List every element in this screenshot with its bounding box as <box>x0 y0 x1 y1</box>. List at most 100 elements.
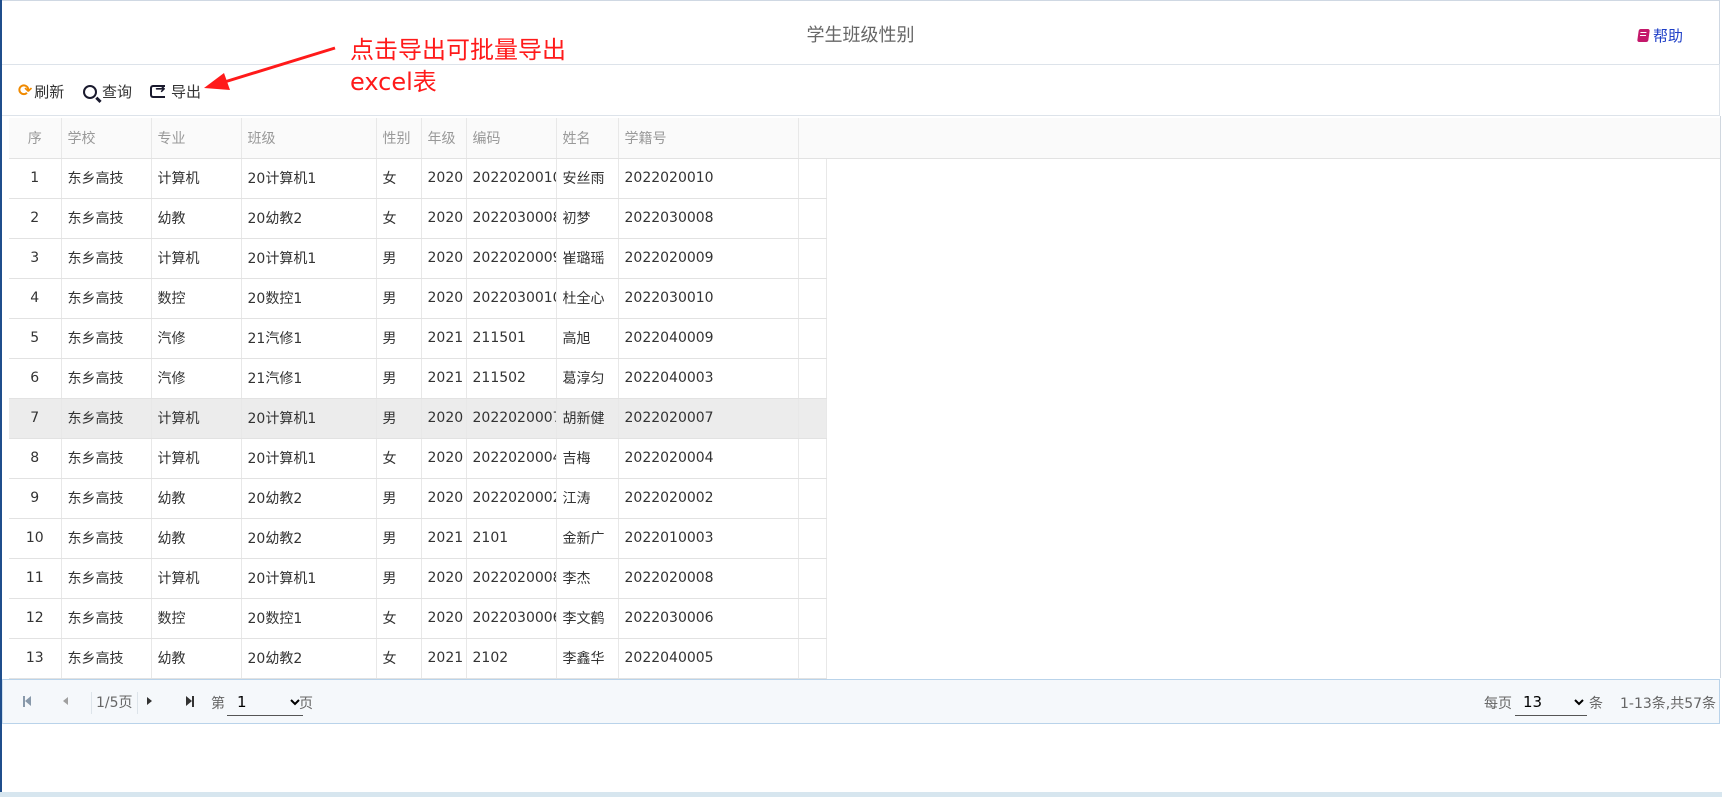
table-cell: 2022040005 <box>618 638 799 679</box>
table-cell: 2020 <box>421 598 467 639</box>
table-cell: 江涛 <box>556 478 619 519</box>
page-size-suffix: 条 <box>1589 696 1603 712</box>
table-cell: 男 <box>376 558 422 599</box>
table-cell: 20计算机1 <box>241 398 377 439</box>
table-row[interactable]: 8 东乡高技 计算机 20计算机1 女 2020 2022020004 吉梅 202202000… <box>9 438 827 479</box>
table-cell: 李文鹤 <box>556 598 619 639</box>
column-header[interactable]: 学籍号 <box>618 118 799 159</box>
table-cell: 数控 <box>151 278 242 319</box>
page-size-prefix: 每页 <box>1484 696 1512 712</box>
table-cell: 女 <box>376 438 422 479</box>
table-cell: 20幼教2 <box>241 518 377 559</box>
table-cell: 2022020007 <box>466 398 557 439</box>
table-cell: 汽修 <box>151 318 242 359</box>
table-row[interactable]: 6 东乡高技 汽修 21汽修1 男 2021 211502 葛淳匀 2022040003 <box>9 358 827 399</box>
table-cell: 计算机 <box>151 438 242 479</box>
grid-right-border <box>1720 116 1721 678</box>
table-cell: 女 <box>376 158 422 199</box>
table-row[interactable]: 1 东乡高技 计算机 20计算机1 女 2020 2022020010 安丝雨 20220200… <box>9 158 827 199</box>
table-cell: 东乡高技 <box>61 438 152 479</box>
table-cell: 东乡高技 <box>61 238 152 279</box>
last-page-button[interactable] <box>186 693 202 709</box>
table-cell: 李杰 <box>556 558 619 599</box>
table-cell: 20计算机1 <box>241 158 377 199</box>
column-header[interactable]: 年级 <box>421 118 467 159</box>
table-row[interactable]: 3 东乡高技 计算机 20计算机1 男 2020 2022020009 崔璐瑶 20220200… <box>9 238 827 279</box>
table-cell: 男 <box>376 398 422 439</box>
column-header[interactable]: 序 <box>9 118 62 159</box>
refresh-button[interactable]: ⟳ 刷新 <box>18 81 64 102</box>
column-header[interactable]: 姓名 <box>556 118 619 159</box>
table-cell: 初梦 <box>556 198 619 239</box>
table-row[interactable]: 11 东乡高技 计算机 20计算机1 男 2020 2022020008 李杰 20220200… <box>9 558 827 599</box>
table-cell: 2022020009 <box>618 238 799 279</box>
table-cell: 20计算机1 <box>241 558 377 599</box>
table-cell-spacer <box>798 238 827 279</box>
prev-page-button[interactable] <box>63 693 79 709</box>
goto-page-select[interactable]: 1 <box>227 688 303 716</box>
table-cell: 10 <box>9 518 62 559</box>
first-page-button[interactable] <box>23 693 39 709</box>
table-cell-spacer <box>798 358 827 399</box>
column-header[interactable]: 学校 <box>61 118 152 159</box>
column-header[interactable]: 专业 <box>151 118 242 159</box>
table-cell: 2022020002 <box>466 478 557 519</box>
table-cell: 2020 <box>421 198 467 239</box>
table-header-row: 序学校 专业 班级 性别 年级 编码 姓名 学籍号 <box>9 118 827 159</box>
table-cell: 东乡高技 <box>61 318 152 359</box>
table-row[interactable]: 2 东乡高技 幼教 20幼教2 女 2020 2022030008 初梦 2022030008 <box>9 198 827 239</box>
table-row[interactable]: 5 东乡高技 汽修 21汽修1 男 2021 211501 高旭 2022040009 <box>9 318 827 359</box>
table-cell: 2020 <box>421 478 467 519</box>
table-cell: 汽修 <box>151 358 242 399</box>
table-cell: 崔璐瑶 <box>556 238 619 279</box>
students-table: 序学校 专业 班级 性别 年级 编码 姓名 学籍号 1 东乡高技 计算机 20计算机1 女 2020 20… <box>9 118 827 679</box>
table-cell-spacer <box>798 638 827 679</box>
table-cell: 20数控1 <box>241 278 377 319</box>
table-cell: 2020 <box>421 158 467 199</box>
table-cell: 7 <box>9 398 62 439</box>
pagination-bar: 1/5页 第 1 页 每页 13 条 1-13条,共57条 <box>2 679 1720 724</box>
table-cell: 13 <box>9 638 62 679</box>
table-row[interactable]: 13 东乡高技 幼教 20幼教2 女 2021 2102 李鑫华 2022040005 <box>9 638 827 679</box>
page-size-select[interactable]: 13 <box>1515 688 1587 716</box>
table-cell: 男 <box>376 318 422 359</box>
data-grid: 序学校 专业 班级 性别 年级 编码 姓名 学籍号 1 东乡高技 计算机 20计算机1 女 2020 20… <box>9 118 1720 679</box>
table-cell: 胡新健 <box>556 398 619 439</box>
table-row[interactable]: 4 东乡高技 数控 20数控1 男 2020 2022030010 杜全心 2022030010 <box>9 278 827 319</box>
query-button[interactable]: 查询 <box>83 81 132 102</box>
export-icon <box>150 82 166 98</box>
table-row[interactable]: 10 东乡高技 幼教 20幼教2 男 2021 2101 金新广 2022010003 <box>9 518 827 559</box>
prev-page-icon <box>63 697 68 705</box>
table-cell: 东乡高技 <box>61 198 152 239</box>
table-cell: 东乡高技 <box>61 278 152 319</box>
column-header[interactable]: 性别 <box>376 118 422 159</box>
book-icon <box>1637 29 1650 42</box>
table-row[interactable]: 9 东乡高技 幼教 20幼教2 男 2020 2022020002 江涛 2022020002 <box>9 478 827 519</box>
table-cell: 9 <box>9 478 62 519</box>
table-cell: 高旭 <box>556 318 619 359</box>
help-label: 帮助 <box>1652 27 1683 45</box>
table-cell: 男 <box>376 278 422 319</box>
table-row[interactable]: 7 东乡高技 计算机 20计算机1 男 2020 2022020007 胡新健 20220200… <box>9 398 827 439</box>
column-header[interactable]: 班级 <box>241 118 377 159</box>
table-cell: 2020 <box>421 438 467 479</box>
table-cell-spacer <box>798 438 827 479</box>
column-header[interactable]: 编码 <box>466 118 557 159</box>
record-summary: 1-13条,共57条 <box>1620 696 1717 712</box>
table-cell-spacer <box>798 198 827 239</box>
table-cell: 东乡高技 <box>61 558 152 599</box>
table-cell: 计算机 <box>151 158 242 199</box>
goto-page-prefix: 第 <box>211 696 225 712</box>
next-page-button[interactable] <box>147 693 163 709</box>
table-cell: 211502 <box>466 358 557 399</box>
table-cell: 计算机 <box>151 398 242 439</box>
table-row[interactable]: 12 东乡高技 数控 20数控1 女 2020 2022030006 李文鹤 202203000… <box>9 598 827 639</box>
table-cell: 吉梅 <box>556 438 619 479</box>
help-link[interactable]: 帮助 <box>1637 25 1683 46</box>
table-cell: 幼教 <box>151 518 242 559</box>
table-cell: 2022040009 <box>618 318 799 359</box>
table-cell: 2022030010 <box>618 278 799 319</box>
table-cell: 20幼教2 <box>241 478 377 519</box>
table-cell: 2022020007 <box>618 398 799 439</box>
table-cell-spacer <box>798 478 827 519</box>
